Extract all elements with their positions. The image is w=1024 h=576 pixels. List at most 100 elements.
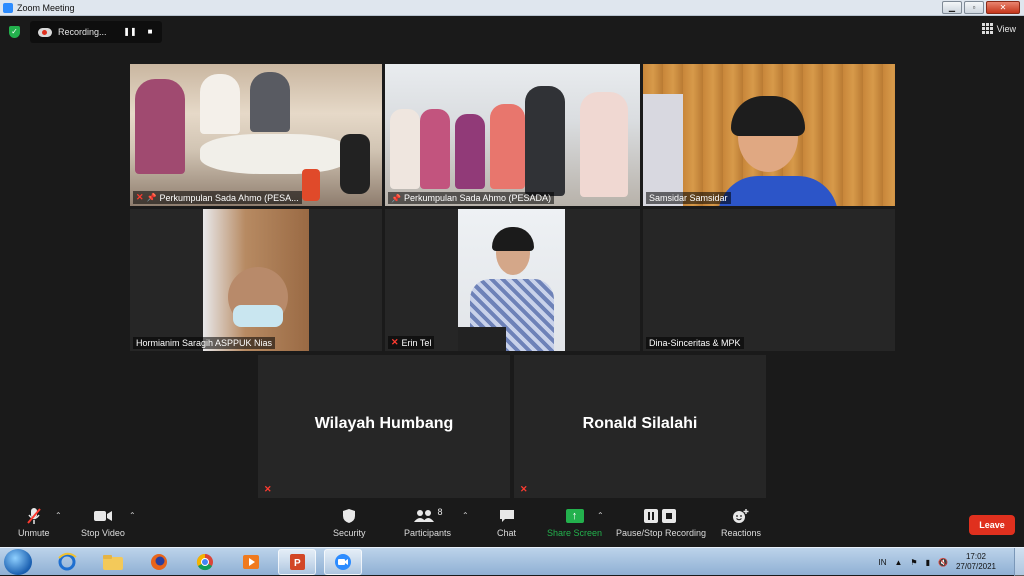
video-tile[interactable]: Samsidar Samsidar xyxy=(643,64,895,206)
stop-video-button[interactable]: Stop Video xyxy=(81,507,125,538)
participant-name-tag: ✕ Erin Tel xyxy=(388,336,435,349)
video-tile[interactable]: ✕ 📌 Perkumpulan Sada Ahmo (PESA... xyxy=(130,64,382,206)
leave-meeting-button[interactable]: Leave xyxy=(969,515,1015,535)
window-title: Zoom Meeting xyxy=(17,2,75,13)
participant-name-tag: Samsidar Samsidar xyxy=(646,192,731,204)
firefox-taskbar-icon[interactable] xyxy=(140,549,178,575)
participant-video xyxy=(643,64,895,206)
participant-video xyxy=(385,64,640,206)
share-screen-label: Share Screen xyxy=(547,528,603,538)
system-clock[interactable]: 17:02 27/07/2021 xyxy=(956,552,996,572)
minimize-button[interactable]: ▁ xyxy=(942,1,962,14)
recording-indicator: Recording... ❚❚ ■ xyxy=(30,21,162,43)
participant-video xyxy=(203,209,309,351)
meeting-toolbar: Unmute ⌃ Stop Video ⌃ Security 8 Partici… xyxy=(0,503,1024,547)
volume-muted-icon[interactable]: 🔇 xyxy=(938,558,948,567)
participant-name-tag: ✕ xyxy=(517,483,531,496)
chat-button[interactable]: Chat xyxy=(497,507,516,538)
video-tile[interactable]: ✕ Erin Tel xyxy=(385,209,640,351)
unmute-button[interactable]: Unmute xyxy=(18,507,50,538)
participant-name: Erin Tel xyxy=(401,337,432,348)
security-label: Security xyxy=(333,528,366,538)
video-tile[interactable]: Dina-Sinceritas & MPK xyxy=(643,209,895,351)
muted-mic-icon: ✕ xyxy=(264,484,272,494)
video-tile[interactable]: Wilayah Humbang ✕ xyxy=(258,355,510,498)
share-screen-button[interactable]: ↑ Share Screen xyxy=(547,507,602,538)
internet-explorer-taskbar-icon[interactable] xyxy=(48,549,86,575)
muted-mic-icon: ✕ xyxy=(391,337,399,347)
video-camera-icon xyxy=(93,507,113,525)
participant-name: Dina-Sinceritas & MPK xyxy=(649,338,741,348)
system-tray: IN ▲ ⚑ ▮ 🔇 17:02 27/07/2021 xyxy=(878,548,996,576)
grid-view-icon xyxy=(981,23,993,34)
meeting-area: ✓ Recording... ❚❚ ■ View ✕ 📌 Perkumpulan… xyxy=(0,17,1024,503)
muted-microphone-icon xyxy=(26,507,42,525)
zoom-taskbar-icon[interactable] xyxy=(324,549,362,575)
window-controls: ▁ ▫ ✕ xyxy=(942,1,1020,14)
network-icon[interactable]: ▮ xyxy=(926,558,930,567)
participants-label: Participants xyxy=(404,528,452,538)
chat-label: Chat xyxy=(497,528,517,538)
pause-stop-icon xyxy=(643,507,679,525)
chat-bubble-icon xyxy=(499,507,515,525)
pin-icon: 📌 xyxy=(391,193,401,203)
windows-start-button[interactable] xyxy=(4,549,32,575)
video-tile-active-speaker[interactable]: 📌 Perkumpulan Sada Ahmo (PESADA) xyxy=(385,64,640,206)
participant-name-tag: Hormianim Saragih ASPPUK Nias xyxy=(133,337,276,349)
participant-display-name: Wilayah Humbang xyxy=(314,415,454,432)
svg-text:P: P xyxy=(294,558,301,569)
cloud-recording-icon xyxy=(38,27,52,37)
powerpoint-taskbar-icon[interactable]: P xyxy=(278,549,316,575)
share-options-chevron-icon[interactable]: ⌃ xyxy=(597,511,604,520)
participant-name: Perkumpulan Sada Ahmo (PESA... xyxy=(159,192,299,203)
unmute-label: Unmute xyxy=(18,528,50,538)
pin-icon: 📌 xyxy=(146,193,157,202)
encryption-shield-icon[interactable]: ✓ xyxy=(9,26,20,38)
participants-options-chevron-icon[interactable]: ⌃ xyxy=(462,511,469,520)
stop-recording-button[interactable]: ■ xyxy=(142,25,158,39)
participant-name-tag: ✕ xyxy=(261,483,275,496)
clock-date: 27/07/2021 xyxy=(955,562,996,571)
participant-name-tag: 📌 Perkumpulan Sada Ahmo (PESADA) xyxy=(388,192,555,204)
windows-taskbar: P IN ▲ ⚑ ▮ 🔇 17:02 27/07/2021 xyxy=(0,547,1024,576)
video-tile[interactable]: Hormianim Saragih ASPPUK Nias xyxy=(130,209,382,351)
participant-name: Perkumpulan Sada Ahmo (PESADA) xyxy=(403,193,552,203)
smiley-plus-icon xyxy=(732,507,750,525)
file-explorer-taskbar-icon[interactable] xyxy=(94,549,132,575)
show-desktop-button[interactable] xyxy=(1014,548,1024,576)
video-tile[interactable]: Ronald Silalahi ✕ xyxy=(514,355,766,498)
view-button[interactable]: View xyxy=(981,23,1016,34)
maximize-button[interactable]: ▫ xyxy=(964,1,984,14)
share-screen-arrow-icon: ↑ xyxy=(565,507,584,525)
participant-video xyxy=(130,64,382,206)
participant-video xyxy=(458,209,565,351)
reactions-button[interactable]: Reactions xyxy=(721,507,761,538)
participants-icon: 8 xyxy=(413,507,443,525)
window-titlebar: Zoom Meeting ▁ ▫ ✕ xyxy=(0,0,1024,16)
security-button[interactable]: Security xyxy=(333,507,366,538)
pause-stop-recording-button[interactable]: Pause/Stop Recording xyxy=(616,507,706,538)
media-player-taskbar-icon[interactable] xyxy=(232,549,270,575)
language-indicator[interactable]: IN xyxy=(878,558,886,567)
pause-stop-recording-label: Pause/Stop Recording xyxy=(616,528,707,538)
participant-name-tag: Dina-Sinceritas & MPK xyxy=(646,337,744,349)
zoom-app-icon xyxy=(3,2,13,13)
security-shield-icon xyxy=(342,507,356,525)
pause-recording-button[interactable]: ❚❚ xyxy=(122,25,138,39)
muted-mic-icon: ✕ xyxy=(136,192,144,202)
participant-name-tag: ✕ 📌 Perkumpulan Sada Ahmo (PESA... xyxy=(133,191,302,204)
close-window-button[interactable]: ✕ xyxy=(986,1,1020,14)
audio-options-chevron-icon[interactable]: ⌃ xyxy=(55,511,62,520)
participants-button[interactable]: 8 Participants xyxy=(404,507,451,538)
action-center-flag-icon[interactable]: ⚑ xyxy=(910,558,917,567)
view-label: View xyxy=(996,23,1016,34)
show-hidden-icons-chevron-icon[interactable]: ▲ xyxy=(894,558,902,567)
chrome-taskbar-icon[interactable] xyxy=(186,549,224,575)
participant-display-name: Ronald Silalahi xyxy=(582,415,698,432)
participant-name: Samsidar Samsidar xyxy=(649,193,728,203)
video-options-chevron-icon[interactable]: ⌃ xyxy=(129,511,136,520)
participant-name: Hormianim Saragih ASPPUK Nias xyxy=(136,338,273,348)
muted-mic-icon: ✕ xyxy=(520,484,528,494)
stop-video-label: Stop Video xyxy=(81,528,125,538)
recording-label: Recording... xyxy=(58,27,107,37)
